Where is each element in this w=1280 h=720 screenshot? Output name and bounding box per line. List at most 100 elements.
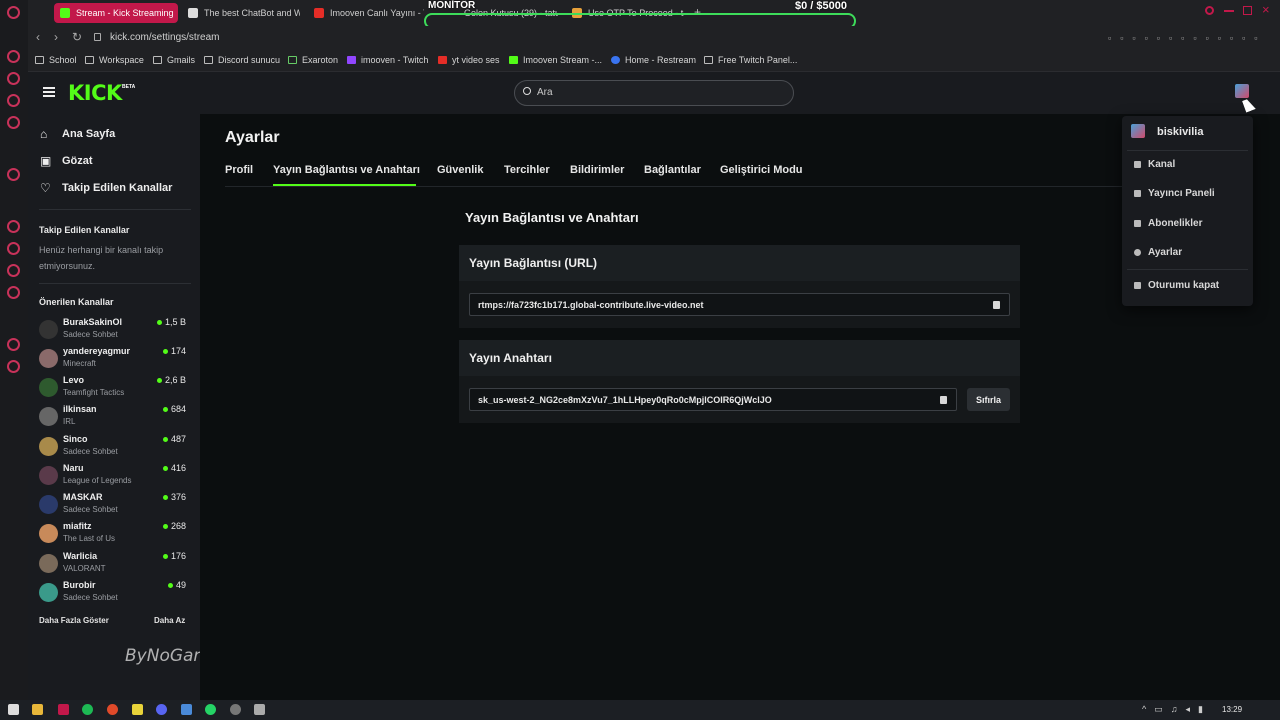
obs-icon[interactable] [230, 704, 241, 715]
tab-kick-stream[interactable]: Stream - Kick Streaming [54, 3, 178, 23]
opera-instagram-icon[interactable] [7, 264, 20, 277]
browser-search-icon[interactable] [1205, 6, 1214, 15]
folder-icon [153, 56, 162, 64]
section-title: Yayın Bağlantısı ve Anahtarı [465, 210, 639, 225]
channel-avatar [39, 554, 58, 573]
tabs-divider [225, 186, 1125, 187]
live-dot-icon [162, 406, 168, 412]
tab-connections[interactable]: Bağlantılar [644, 164, 701, 176]
audio-app-icon[interactable] [254, 704, 265, 715]
bookmark-exaroton[interactable]: Exaroton [288, 55, 338, 65]
channel-viewers: 176 [162, 551, 186, 561]
dropdown-username[interactable]: biskivilia [1157, 126, 1203, 138]
live-dot-icon [162, 523, 168, 529]
reload-icon[interactable]: ↻ [72, 30, 82, 44]
heart-icon: ♡ [40, 181, 51, 195]
channel-viewers: 684 [162, 404, 186, 414]
windows-start-icon[interactable] [8, 704, 19, 715]
user-avatar-button[interactable] [1235, 84, 1249, 98]
bookmark-kick-stream[interactable]: Imooven Stream -... [509, 55, 602, 65]
opera-whatsapp-icon[interactable] [7, 94, 20, 107]
maximize-icon[interactable] [1243, 6, 1252, 15]
bookmark-yt-video-ses[interactable]: yt video ses [438, 55, 500, 65]
opera-history-icon[interactable] [7, 338, 20, 351]
beta-badge: BETA [122, 84, 136, 90]
copy-icon[interactable] [993, 301, 1000, 309]
minimize-icon[interactable] [1224, 10, 1234, 12]
dropdown-avatar [1131, 124, 1145, 138]
tab-profile[interactable]: Profil [225, 164, 253, 176]
app2-icon[interactable] [181, 704, 192, 715]
sidebar-divider [39, 209, 191, 210]
dropdown-logout[interactable]: Oturumu kapat [1134, 280, 1219, 291]
notes-icon[interactable] [132, 704, 143, 715]
channel-icon [1134, 161, 1141, 168]
opera-speed-dial-icon[interactable] [7, 50, 20, 63]
whatsapp-icon[interactable] [205, 704, 216, 715]
bookmark-twitch-panel[interactable]: Free Twitch Panel... [704, 55, 797, 65]
gear-icon [1134, 249, 1141, 256]
taskbar-clock: 13:29 [1222, 705, 1243, 714]
spotify-icon[interactable] [82, 704, 93, 715]
show-less-link[interactable]: Daha Az [154, 616, 185, 625]
opera-discord-icon[interactable] [7, 286, 20, 299]
bookmark-workspace[interactable]: Workspace [85, 55, 144, 65]
menu-icon[interactable] [43, 87, 55, 97]
discord-icon[interactable] [156, 704, 167, 715]
forward-icon[interactable]: › [54, 30, 58, 44]
copy-icon[interactable] [940, 396, 947, 404]
opera-taskbar-icon[interactable] [58, 704, 69, 715]
logout-icon [1134, 282, 1141, 289]
opera-whatsapp2-icon[interactable] [7, 242, 20, 255]
close-icon[interactable]: × [1262, 2, 1270, 17]
bookmark-twitch[interactable]: imooven - Twitch [347, 55, 428, 65]
opera-twitch-icon[interactable] [7, 220, 20, 233]
url-field[interactable]: kick.com/settings/stream [110, 32, 219, 43]
tab-developer-mode[interactable]: Geliştirici Modu [720, 164, 803, 176]
reset-key-button[interactable]: Sıfırla [967, 388, 1010, 411]
tab-security[interactable]: Güvenlik [437, 164, 483, 176]
file-explorer-icon[interactable] [32, 704, 43, 715]
search-input[interactable] [514, 80, 794, 106]
back-icon[interactable]: ‹ [36, 30, 40, 44]
tab-preferences[interactable]: Tercihler [504, 164, 550, 176]
kick-logo[interactable]: KICK [68, 81, 122, 105]
bookmark-school[interactable]: School [35, 55, 77, 65]
channel-avatar [39, 495, 58, 514]
dropdown-settings[interactable]: Ayarlar [1134, 247, 1182, 258]
opera-gear-icon[interactable] [7, 360, 20, 373]
bookmark-restream[interactable]: Home - Restream [611, 55, 696, 65]
tab-notifications[interactable]: Bildirimler [570, 164, 624, 176]
show-more-link[interactable]: Daha Fazla Göster [39, 616, 109, 625]
tab-chatbot[interactable]: The best ChatBot and W... [182, 3, 300, 23]
live-dot-icon [167, 582, 173, 588]
channel-avatar [39, 378, 58, 397]
stream-key-value: sk_us-west-2_NG2ce8mXzVu7_1hLLHpey0qRo0c… [478, 395, 772, 405]
nav-home[interactable]: Ana Sayfa [62, 128, 115, 140]
bookmark-gmails[interactable]: Gmails [153, 55, 195, 65]
opera-settings-icon[interactable] [7, 168, 20, 181]
app-icon[interactable] [107, 704, 118, 715]
system-tray-icons[interactable]: ^▭♫◂▮ [1142, 704, 1211, 715]
opera-aria-icon[interactable] [7, 72, 20, 85]
windows-taskbar [0, 700, 1280, 720]
tab-stream-key[interactable]: Yayın Bağlantısı ve Anahtarı [273, 164, 420, 176]
dropdown-channel[interactable]: Kanal [1134, 159, 1175, 170]
opera-messenger-icon[interactable] [7, 116, 20, 129]
channel-name: BurakSakinOl [63, 317, 123, 327]
followed-empty-text: Henüz herhangi bir kanalı takip etmiyors… [39, 245, 164, 271]
youtube-tab-icon [314, 8, 324, 18]
channel-avatar [39, 466, 58, 485]
channel-name: Naru [63, 463, 84, 473]
tab-youtube[interactable]: Imooven Canlı Yayını - Yo... [308, 3, 424, 23]
dropdown-creator-dashboard[interactable]: Yayıncı Paneli [1134, 188, 1215, 199]
dropdown-subscriptions[interactable]: Abonelikler [1134, 218, 1202, 229]
nav-following[interactable]: Takip Edilen Kanallar [62, 182, 172, 194]
channel-viewers: 416 [162, 463, 186, 473]
bookmark-discord[interactable]: Discord sunucu [204, 55, 280, 65]
channel-avatar [39, 320, 58, 339]
toolbar-extension-icons[interactable]: ▫▫▫▫▫▫▫▫▫▫▫▫▫ [1108, 33, 1266, 43]
nav-browse[interactable]: Gözat [62, 155, 93, 167]
download-icon [438, 56, 447, 64]
opera-logo-icon[interactable] [7, 6, 20, 19]
